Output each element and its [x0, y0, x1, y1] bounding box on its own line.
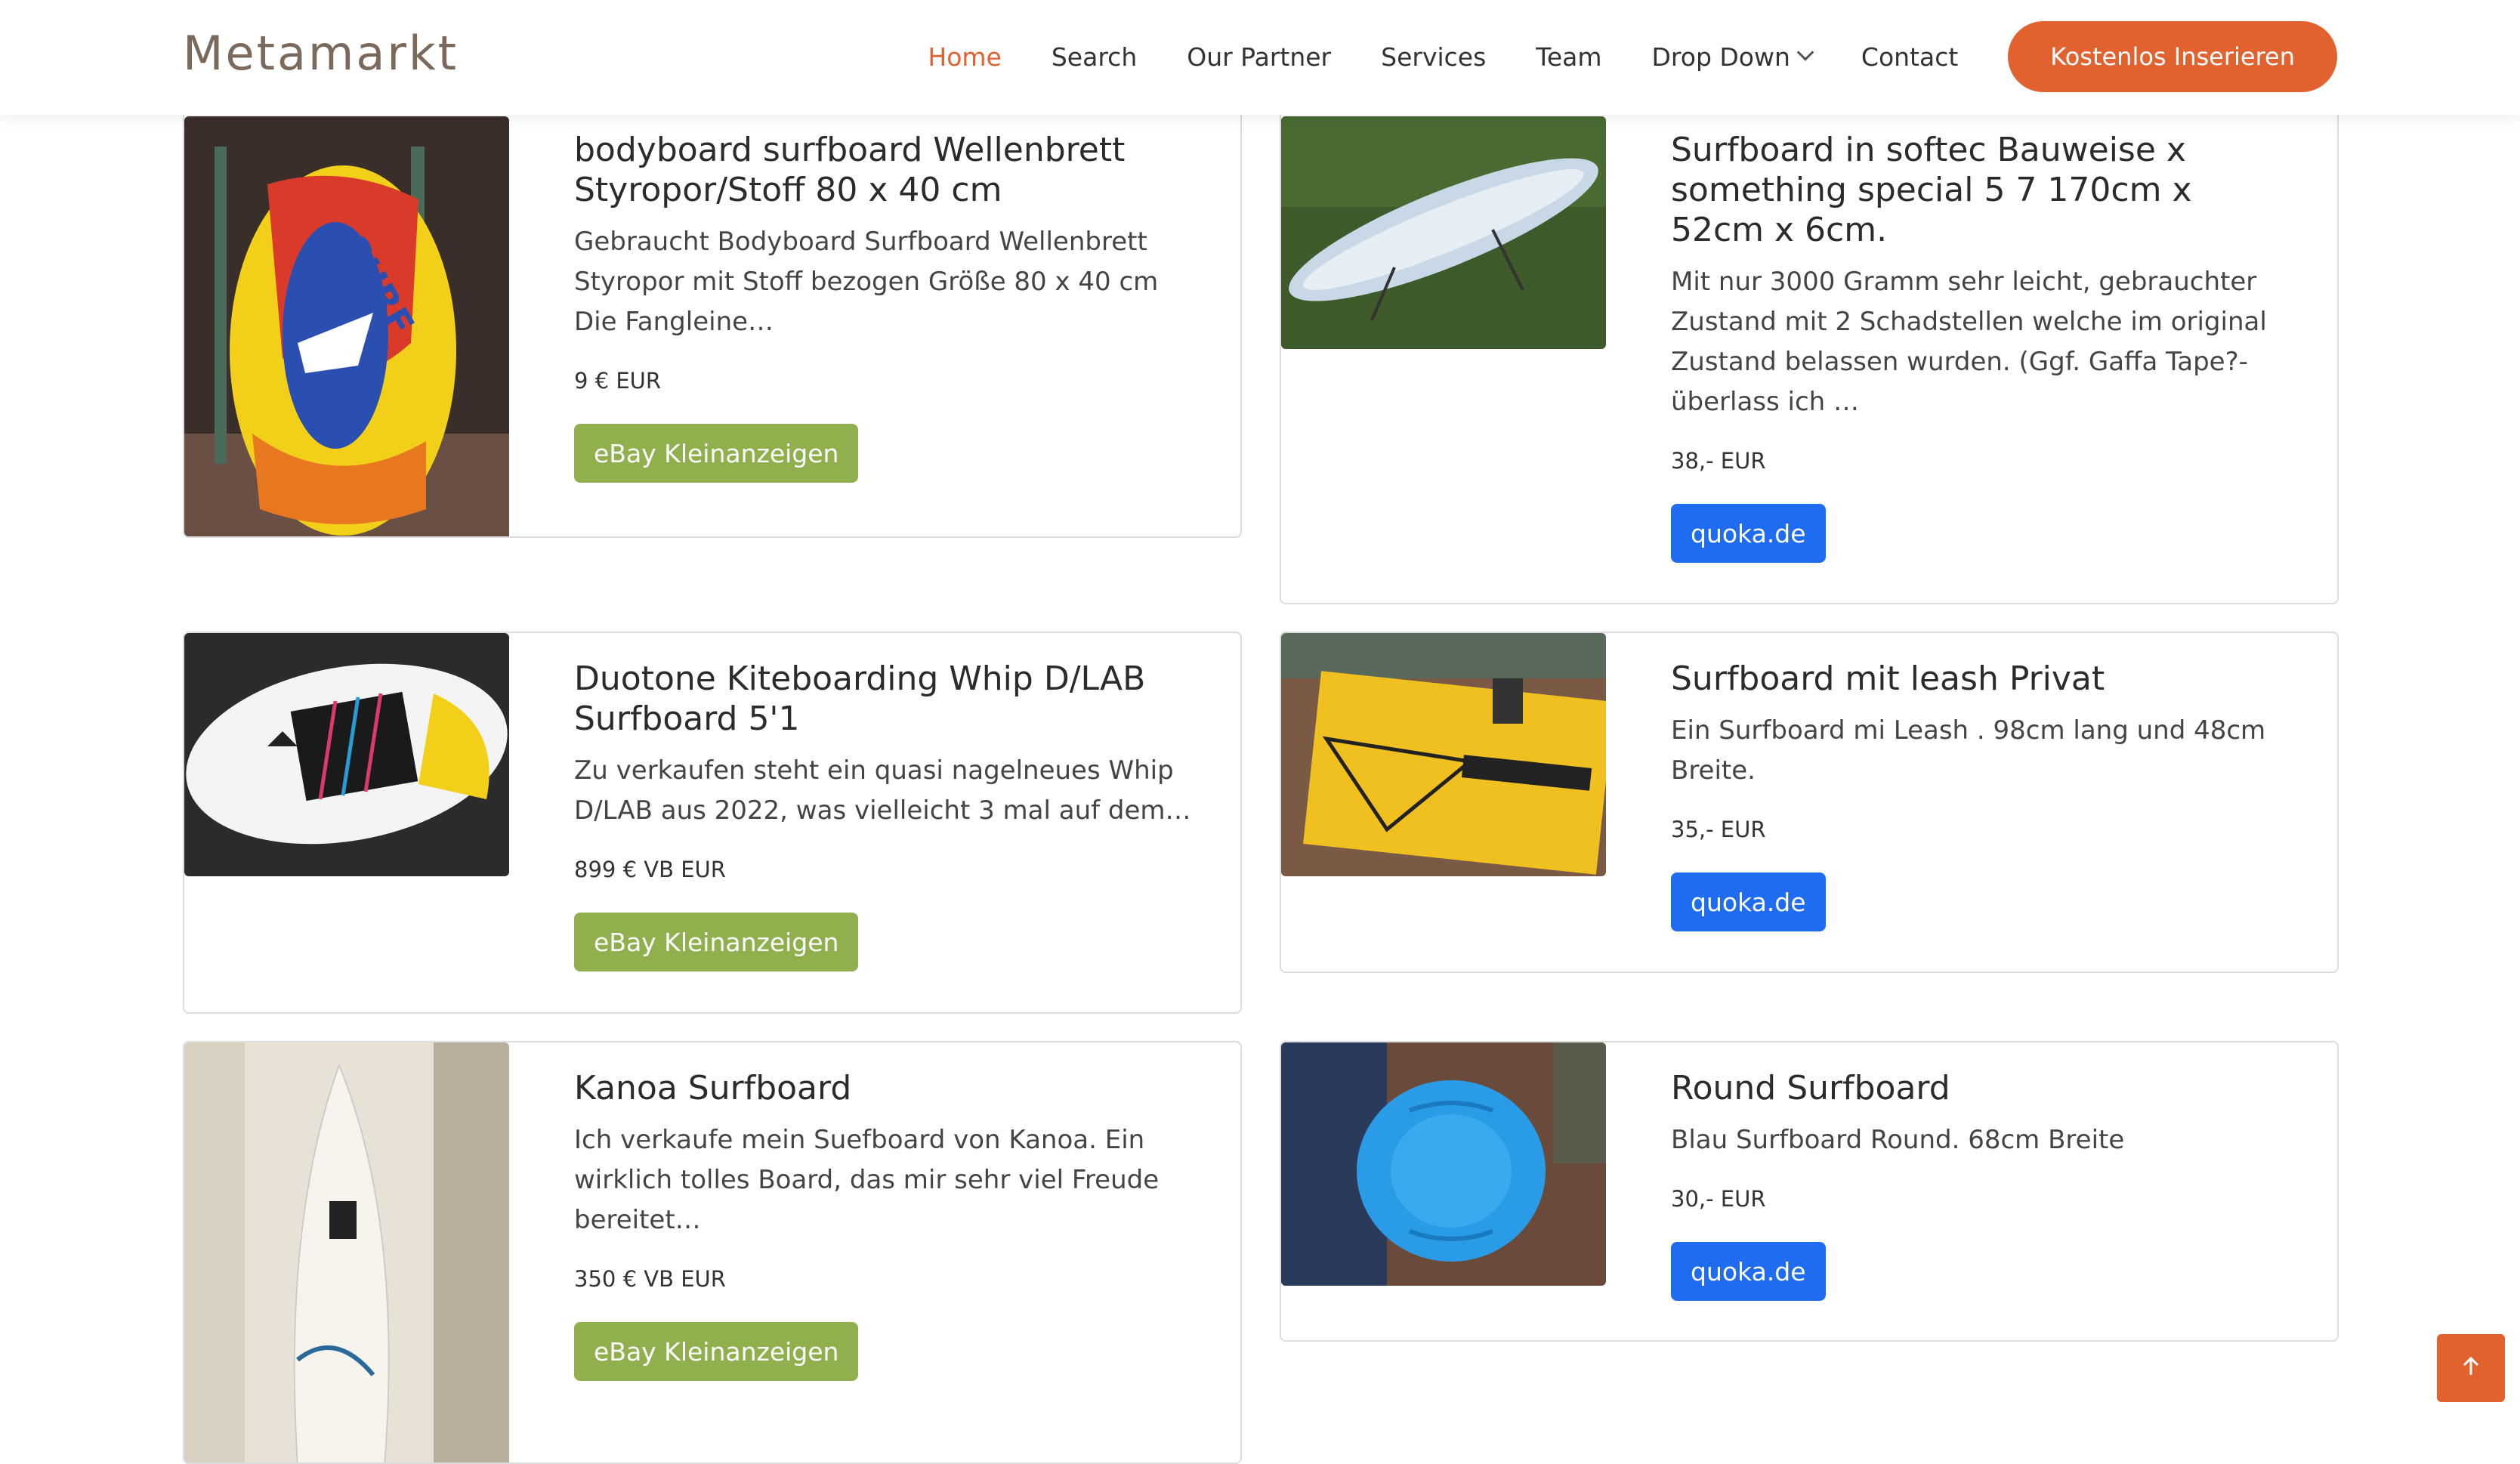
chevron-down-icon — [1796, 44, 1814, 61]
listing-card: SURF bodyboard surfboard Wellenbrett Sty… — [183, 79, 1242, 538]
listing-price: 35,- EUR — [1671, 817, 1766, 842]
site-header: Metamarkt Home Search Our Partner Servic… — [0, 0, 2520, 115]
arrow-up-icon — [2460, 1355, 2482, 1381]
nav-home[interactable]: Home — [928, 42, 1001, 72]
listing-image[interactable] — [184, 1042, 509, 1462]
main-nav: Home Search Our Partner Services Team Dr… — [878, 21, 2337, 92]
listing-price: 350 € VB EUR — [574, 1266, 726, 1292]
site-logo[interactable]: Metamarkt — [183, 26, 459, 81]
listing-card: Surfboard in softec Bauweise x something… — [1280, 79, 2339, 604]
source-button[interactable]: quoka.de — [1671, 873, 1826, 931]
listing-description: Zu verkaufen steht ein quasi nagelneues … — [574, 755, 1191, 826]
listing-body: Kanoa Surfboard Ich verkaufe mein Suefbo… — [574, 1068, 1195, 1381]
listing-price: 30,- EUR — [1671, 1186, 1766, 1212]
listing-body: Duotone Kiteboarding Whip D/LAB Surfboar… — [574, 659, 1195, 971]
listing-description: Mit nur 3000 Gramm sehr leicht, gebrauch… — [1671, 267, 2267, 417]
source-button[interactable]: eBay Kleinanzeigen — [574, 424, 859, 483]
nav-contact[interactable]: Contact — [1861, 42, 1958, 72]
listing-title[interactable]: bodyboard surfboard Wellenbrett Styropor… — [574, 130, 1195, 210]
listing-card: Surfboard mit leash Privat Ein Surfboard… — [1280, 632, 2339, 973]
cta-button[interactable]: Kostenlos Inserieren — [2008, 21, 2337, 92]
nav-team[interactable]: Team — [1536, 42, 1601, 72]
listing-image[interactable] — [1281, 1042, 1606, 1286]
nav-search[interactable]: Search — [1052, 42, 1137, 72]
listing-body: Surfboard in softec Bauweise x something… — [1671, 130, 2292, 563]
source-button[interactable]: eBay Kleinanzeigen — [574, 913, 859, 971]
nav-contact-label: Contact — [1861, 42, 1959, 72]
listing-title[interactable]: Surfboard in softec Bauweise x something… — [1671, 130, 2292, 250]
listing-body: Surfboard mit leash Privat Ein Surfboard… — [1671, 659, 2292, 931]
listing-description: Ein Surfboard mi Leash . 98cm lang und 4… — [1671, 715, 2266, 786]
nav-team-label: Team — [1536, 42, 1602, 72]
nav-drop-down-label: Drop Down — [1651, 42, 1790, 72]
listing-image[interactable] — [184, 633, 509, 876]
listing-body: bodyboard surfboard Wellenbrett Styropor… — [574, 130, 1195, 483]
listing-card: Kanoa Surfboard Ich verkaufe mein Suefbo… — [183, 1041, 1242, 1464]
listing-image[interactable] — [1281, 633, 1606, 876]
source-button[interactable]: eBay Kleinanzeigen — [574, 1322, 859, 1381]
listing-image[interactable]: SURF — [184, 116, 509, 536]
nav-search-label: Search — [1051, 42, 1138, 72]
nav-our-partner-label: Our Partner — [1187, 42, 1332, 72]
nav-drop-down[interactable]: Drop Down — [1651, 42, 1814, 72]
listing-description: Blau Surfboard Round. 68cm Breite — [1671, 1125, 2125, 1155]
listing-card: Round Surfboard Blau Surfboard Round. 68… — [1280, 1041, 2339, 1342]
listing-card: Duotone Kiteboarding Whip D/LAB Surfboar… — [183, 632, 1242, 1014]
listing-title[interactable]: Kanoa Surfboard — [574, 1068, 1195, 1108]
listing-price: 899 € VB EUR — [574, 857, 726, 882]
nav-services[interactable]: Services — [1381, 42, 1486, 72]
listing-title[interactable]: Duotone Kiteboarding Whip D/LAB Surfboar… — [574, 659, 1195, 739]
nav-services-label: Services — [1381, 42, 1487, 72]
source-button[interactable]: quoka.de — [1671, 1242, 1826, 1301]
scroll-to-top-button[interactable] — [2437, 1334, 2505, 1402]
listing-body: Round Surfboard Blau Surfboard Round. 68… — [1671, 1068, 2292, 1301]
listing-title[interactable]: Surfboard mit leash Privat — [1671, 659, 2292, 699]
nav-home-label: Home — [928, 42, 1002, 72]
listing-price: 38,- EUR — [1671, 448, 1766, 474]
nav-our-partner[interactable]: Our Partner — [1187, 42, 1331, 72]
listing-description: Ich verkaufe mein Suefboard von Kanoa. E… — [574, 1125, 1160, 1235]
listing-description: Gebraucht Bodyboard Surfboard Wellenbret… — [574, 227, 1159, 337]
listing-image[interactable] — [1281, 116, 1606, 349]
source-button[interactable]: quoka.de — [1671, 504, 1826, 563]
listing-title[interactable]: Round Surfboard — [1671, 1068, 2292, 1108]
listing-price: 9 € EUR — [574, 368, 662, 394]
